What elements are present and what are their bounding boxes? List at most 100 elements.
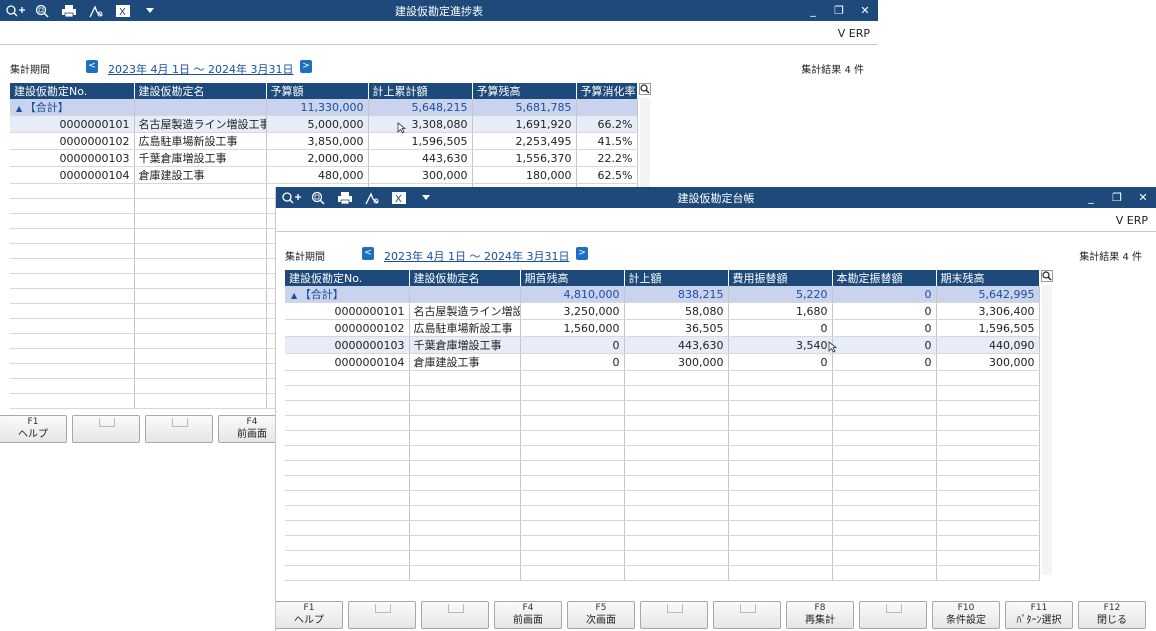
period-next-button[interactable]: > [300,60,312,73]
table-row[interactable]: 0000000103 千葉倉庫増設工事 0 443,630 3,540 0 440,090 [285,336,1040,354]
empty-cell [624,535,729,551]
empty-cell [832,400,937,416]
function-key-button[interactable] [640,601,708,629]
empty-cell [10,378,135,394]
column-header[interactable]: 建設仮勘定No. [10,83,135,99]
function-key-button[interactable] [145,415,213,443]
column-header[interactable]: 予算額 [266,83,369,99]
empty-cell [134,288,267,304]
table-row[interactable]: 0000000101名古屋製造ライン増設工事3,250,00058,0801,6… [285,302,1040,320]
restore-icon[interactable]: ❐ [1104,187,1130,208]
empty-cell [10,243,135,259]
table-row[interactable]: 0000000102 広島駐車場新設工事 1,560,000 36,505 0 0 1,59… [285,319,1040,337]
table-cell: 0 [832,286,937,303]
table-search-icon[interactable] [639,83,651,95]
empty-cell [134,363,267,379]
function-key-button[interactable] [348,601,416,629]
vertical-scrollbar[interactable] [1042,285,1052,575]
period-prev-button[interactable]: < [86,60,98,73]
function-key-button[interactable]: F11 ﾊﾟﾀｰﾝ選択 [1005,601,1073,629]
table-cell: 0 [728,353,833,371]
empty-cell [520,475,625,491]
empty-cell [134,333,267,349]
function-key-button[interactable] [713,601,781,629]
table-row[interactable]: 0000000103 千葉倉庫増設工事 2,000,000 443,630 1,556,… [10,149,638,167]
empty-cell [409,385,521,401]
empty-cell [134,393,267,409]
empty-cell [832,505,937,521]
empty-cell [728,520,833,536]
column-header[interactable]: 本勘定振替額 [832,270,937,286]
table-cell: 443,630 [368,149,473,167]
minimize-icon[interactable]: _ [1078,187,1104,208]
column-header[interactable]: 建設仮勘定No. [285,270,410,286]
function-key-button[interactable] [72,415,140,443]
column-header[interactable]: 建設仮勘定名 [409,270,521,286]
empty-cell [520,490,625,506]
empty-cell [728,565,833,581]
empty-cell [10,228,135,244]
column-header[interactable]: 計上額 [624,270,729,286]
function-key-button[interactable] [421,601,489,629]
table-cell: 3,250,000 [520,302,625,320]
function-key-button[interactable]: F4 前画面 [494,601,562,629]
empty-cell [285,430,410,446]
function-key-button[interactable]: F1 ヘルプ [0,415,67,443]
table-cell: 0 [728,319,833,337]
column-header[interactable]: 期首残高 [520,270,625,286]
minimize-icon[interactable]: _ [800,0,826,21]
column-header[interactable]: 費用振替額 [728,270,833,286]
function-key-button[interactable]: F1 ヘルプ [276,601,343,629]
function-key-button[interactable]: F10 条件設定 [932,601,1000,629]
function-key-button[interactable]: F12 閉じる [1078,601,1146,629]
table-cell: 0000000103 [10,149,135,167]
column-header[interactable]: 建設仮勘定名 [134,83,267,99]
table-cell: 0000000104 [285,353,410,371]
function-key-label: 前画面 [513,615,543,626]
total-row[interactable]: ▲ 【合計】 11,330,000 5,648,215 5,681,785 [10,99,638,116]
empty-row [285,565,1040,581]
ledger-window: X 建設仮勘定台帳 _ ❐ ✕ V ERP 集計期間 < 2023年 4月 1日… [275,187,1156,631]
total-row[interactable]: ▲ 【合計】 4,810,000 838,215 5,220 0 5,642,995 [285,286,1040,303]
empty-cell [10,393,135,409]
period-next-button[interactable]: > [576,247,588,260]
function-key-button[interactable]: F8 再集計 [786,601,854,629]
table-cell: 838,215 [624,286,729,303]
empty-cell [10,288,135,304]
expand-triangle-icon[interactable]: ▲ [291,291,300,300]
table-cell: 5,220 [728,286,833,303]
table-cell: 0000000101 [10,115,135,133]
table-cell: 3,850,000 [266,132,369,150]
table-row[interactable]: 0000000104 倉庫建設工事 480,000 300,000 180,000 62.… [10,166,638,184]
column-header[interactable]: 期末残高 [936,270,1040,286]
table-cell: 1,556,370 [472,149,577,167]
empty-cell [832,385,937,401]
empty-row [285,415,1040,431]
table-row[interactable]: 0000000104 倉庫建設工事 0 300,000 0 0 300,000 [285,353,1040,371]
table-header-row: 建設仮勘定No. 建設仮勘定名 予算額 計上累計額 予算残高 予算消化率 [10,83,638,99]
column-header[interactable]: 予算消化率 [576,83,638,99]
restore-icon[interactable]: ❐ [826,0,852,21]
table-cell: 5,000,000 [266,115,369,133]
close-icon[interactable]: ✕ [1130,187,1156,208]
period-range-link[interactable]: 2023年 4月 1日 ～ 2024年 3月31日 [108,61,293,77]
empty-cell [409,565,521,581]
table-cell: 千葉倉庫増設工事 [409,336,521,354]
close-icon[interactable]: ✕ [852,0,878,21]
period-range-link[interactable]: 2023年 4月 1日 ～ 2024年 3月31日 [384,248,569,264]
table-row[interactable]: 0000000101 名古屋製造ライン増設工事 5,000,000 3,308,080… [10,115,638,133]
period-prev-button[interactable]: < [362,247,374,260]
table-cell: 2,253,495 [472,132,577,150]
function-key-label: 閉じる [1097,615,1127,626]
function-key-button[interactable] [859,601,927,629]
table-search-icon[interactable] [1041,270,1053,282]
empty-cell [409,520,521,536]
column-header[interactable]: 予算残高 [472,83,577,99]
table-row[interactable]: 0000000102 広島駐車場新設工事 3,850,000 1,596,505 2,2… [10,132,638,150]
table-cell: 0 [520,353,625,371]
function-key-button[interactable]: F5 次画面 [567,601,635,629]
expand-triangle-icon[interactable]: ▲ [16,104,25,113]
mouse-cursor-icon [828,341,838,353]
column-header[interactable]: 計上累計額 [368,83,473,99]
empty-row [285,490,1040,506]
